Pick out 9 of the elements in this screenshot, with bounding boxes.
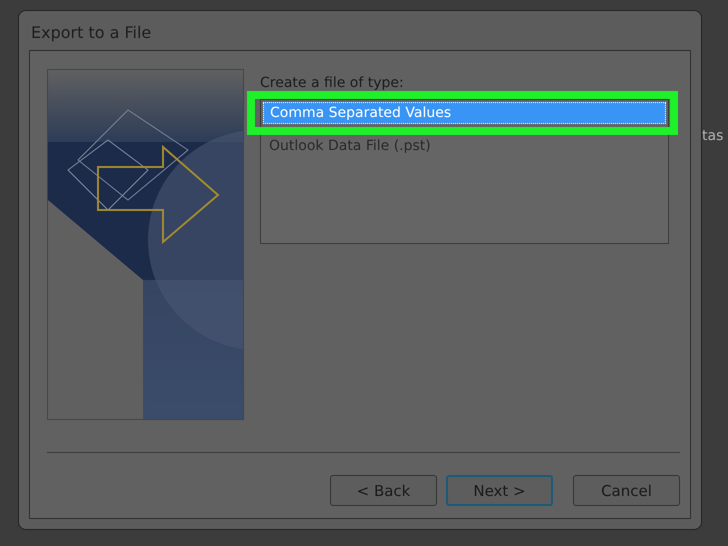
dialog-button[interactable]: < Back	[330, 475, 437, 506]
list-item[interactable]: Comma Separated Values	[263, 102, 666, 124]
dialog-button[interactable]: Next >	[446, 475, 553, 506]
file-type-list[interactable]: Comma Separated Values Outlook Data File (.pst)	[260, 99, 669, 244]
background-text: tas	[702, 128, 724, 144]
list-item[interactable]: Outlook Data File (.pst)	[263, 136, 666, 156]
window-title: Export to a File	[30, 22, 152, 44]
dialog-button[interactable]: Cancel	[573, 475, 680, 506]
file-type-label: Create a file of type:	[260, 75, 405, 91]
